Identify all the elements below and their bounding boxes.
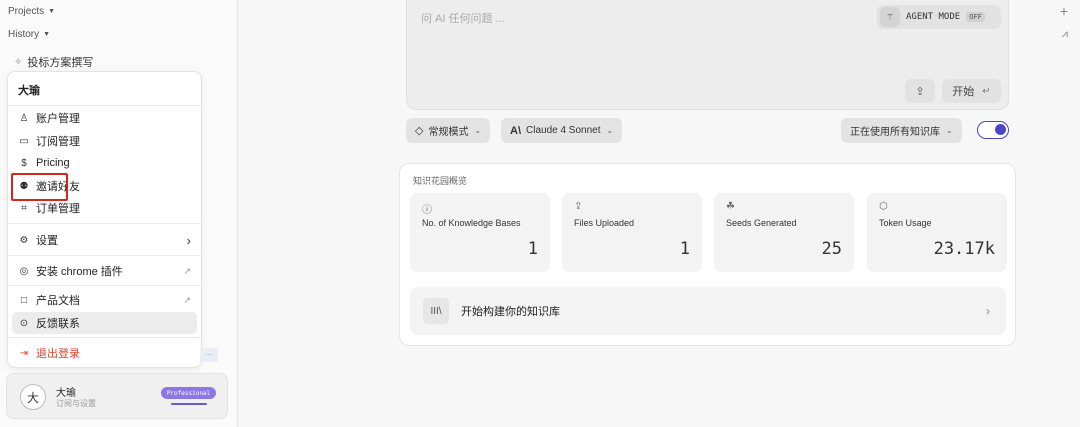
mode-label: 常规模式 bbox=[428, 127, 469, 138]
stat-value: 25 bbox=[821, 239, 842, 259]
menu-item-label: Pricing bbox=[36, 157, 70, 169]
menu-item-pricing[interactable]: $ Pricing bbox=[12, 152, 197, 174]
menu-item-label: 产品文档 bbox=[36, 295, 80, 307]
knowledge-base-toggle[interactable] bbox=[977, 121, 1009, 139]
chevron-down-icon: ▼ bbox=[43, 31, 51, 38]
chrome-icon: ◎ bbox=[19, 265, 29, 277]
lifebuoy-icon: ⊙ bbox=[19, 317, 29, 329]
user-name: 大瑜 bbox=[56, 388, 76, 399]
usage-bar bbox=[171, 403, 207, 405]
stat-card-token-usage: ⬡ Token Usage 23.17k bbox=[867, 193, 1007, 272]
knowledge-overview-title: 知识花园概览 bbox=[413, 176, 468, 186]
chevron-down-icon: ⌄ bbox=[606, 126, 614, 135]
credit-card-icon: ▭ bbox=[19, 135, 29, 147]
upload-button[interactable]: ⇪ bbox=[905, 79, 935, 103]
chevron-right-icon: › bbox=[986, 304, 990, 318]
stat-value: 1 bbox=[679, 239, 690, 259]
mode-select[interactable]: ◇ 常规模式 ⌄ bbox=[406, 118, 491, 143]
info-icon: ⓘ bbox=[422, 205, 432, 216]
avatar[interactable]: 大 bbox=[20, 384, 46, 410]
prompt-input[interactable]: 问 AI 任何问题 ... bbox=[421, 10, 505, 26]
stat-card-knowledge-bases: ⓘ No. of Knowledge Bases 1 bbox=[410, 193, 550, 272]
menu-item-label: 订单管理 bbox=[36, 203, 80, 215]
start-button[interactable]: 开始 ↵ bbox=[942, 79, 1001, 103]
kb-label: 正在使用所有知识库 bbox=[850, 127, 940, 138]
collapse-history-icon[interactable]: ⩘ bbox=[1062, 29, 1068, 40]
truncated-item: ... bbox=[200, 348, 218, 362]
seed-icon: ☘ bbox=[726, 201, 735, 212]
menu-item-label: 退出登录 bbox=[36, 348, 80, 360]
stat-label: Token Usage bbox=[879, 218, 932, 228]
agent-mode-label: AGENT MODE bbox=[906, 12, 961, 22]
toggle-knob bbox=[995, 124, 1006, 135]
divider bbox=[8, 105, 201, 106]
model-label: Claude 4 Sonnet bbox=[526, 125, 601, 136]
plan-badge: Professional bbox=[161, 387, 216, 399]
history-label: History bbox=[8, 29, 40, 40]
menu-item-logout[interactable]: ⇥ 退出登录 bbox=[12, 342, 197, 364]
menu-item-feedback[interactable]: ⊙ 反馈联系 bbox=[12, 312, 197, 334]
scan-icon: ⌗ bbox=[21, 202, 27, 214]
upload-icon: ⇪ bbox=[915, 85, 925, 98]
menu-item-label: 设置 bbox=[36, 235, 58, 247]
sparkle-icon: ✧ bbox=[14, 56, 23, 68]
stat-label: No. of Knowledge Bases bbox=[422, 218, 521, 228]
chevron-down-icon: ▼ bbox=[48, 7, 56, 15]
agent-mode-toggle[interactable]: ⚚ AGENT MODE OFF bbox=[877, 5, 1001, 29]
menu-item-label: 账户管理 bbox=[36, 113, 80, 125]
start-label: 开始 bbox=[952, 86, 975, 98]
stat-label: Files Uploaded bbox=[574, 218, 635, 228]
agent-mode-state: OFF bbox=[966, 12, 985, 22]
book-icon: □ bbox=[20, 294, 28, 306]
chevron-down-icon: ⌄ bbox=[474, 126, 482, 135]
menu-item-docs[interactable]: □ 产品文档 ↗ bbox=[12, 289, 197, 311]
external-link-icon: ↗ bbox=[183, 265, 191, 276]
stat-label: Seeds Generated bbox=[726, 218, 797, 228]
user-icon: ♙ bbox=[19, 112, 29, 124]
menu-item-settings[interactable]: ⚙ 设置 › bbox=[12, 229, 197, 251]
menu-item-label: 订阅管理 bbox=[36, 136, 80, 148]
divider bbox=[8, 255, 201, 256]
divider bbox=[8, 285, 201, 286]
menu-item-subscription[interactable]: ▭ 订阅管理 bbox=[12, 130, 197, 152]
menu-item-label: 反馈联系 bbox=[36, 318, 80, 330]
stat-value: 1 bbox=[527, 239, 538, 259]
menu-item-chrome-extension[interactable]: ◎ 安装 chrome 插件 ↗ bbox=[12, 260, 197, 282]
user-subtitle: 订阅与设置 bbox=[56, 399, 96, 408]
knowledge-base-select[interactable]: 正在使用所有知识库 ⌄ bbox=[841, 118, 962, 143]
upload-icon: ⇪ bbox=[574, 201, 583, 212]
chevron-right-icon: › bbox=[186, 232, 191, 248]
menu-item-orders[interactable]: ⌗ 订单管理 bbox=[12, 197, 197, 219]
stat-card-seeds-generated: ☘ Seeds Generated 25 bbox=[714, 193, 854, 272]
history-item-label: 投标方案撰写 bbox=[27, 57, 94, 69]
library-icon: III\ bbox=[423, 298, 449, 324]
add-project-icon[interactable]: + bbox=[1060, 4, 1068, 18]
user-menu: 大瑜 ♙ 账户管理 ▭ 订阅管理 $ Pricing ⚉ 邀请好友 ⌗ 订单管理… bbox=[7, 71, 202, 368]
menu-item-invite[interactable]: ⚉ 邀请好友 bbox=[12, 175, 197, 197]
magic-wand-icon: ⚚ bbox=[880, 7, 900, 27]
stat-card-files-uploaded: ⇪ Files Uploaded 1 bbox=[562, 193, 702, 272]
gear-icon: ⚙ bbox=[19, 234, 29, 246]
menu-item-label: 安装 chrome 插件 bbox=[36, 266, 123, 278]
menu-title: 大瑜 bbox=[18, 85, 40, 97]
external-link-icon: ↗ bbox=[183, 294, 191, 305]
divider bbox=[8, 223, 201, 224]
diamond-icon: ◇ bbox=[415, 125, 424, 137]
divider bbox=[8, 337, 201, 338]
menu-item-label: 邀请好友 bbox=[36, 181, 80, 193]
menu-item-account[interactable]: ♙ 账户管理 bbox=[12, 107, 197, 129]
model-select[interactable]: A\ Claude 4 Sonnet ⌄ bbox=[501, 118, 623, 143]
cube-icon: ⬡ bbox=[879, 201, 888, 212]
enter-icon: ↵ bbox=[982, 85, 991, 97]
dollar-icon: $ bbox=[21, 157, 27, 169]
user-plus-icon: ⚉ bbox=[19, 180, 29, 192]
build-knowledge-base-row[interactable]: III\ 开始构建你的知识库 › bbox=[410, 287, 1006, 335]
chevron-down-icon: ⌄ bbox=[946, 126, 953, 135]
build-label: 开始构建你的知识库 bbox=[461, 306, 560, 318]
anthropic-icon: A\ bbox=[510, 124, 521, 137]
logout-icon: ⇥ bbox=[19, 347, 29, 359]
projects-label: Projects bbox=[8, 5, 45, 17]
stat-value: 23.17k bbox=[933, 239, 995, 259]
history-item[interactable]: ✧ 投标方案撰写 bbox=[14, 54, 93, 70]
